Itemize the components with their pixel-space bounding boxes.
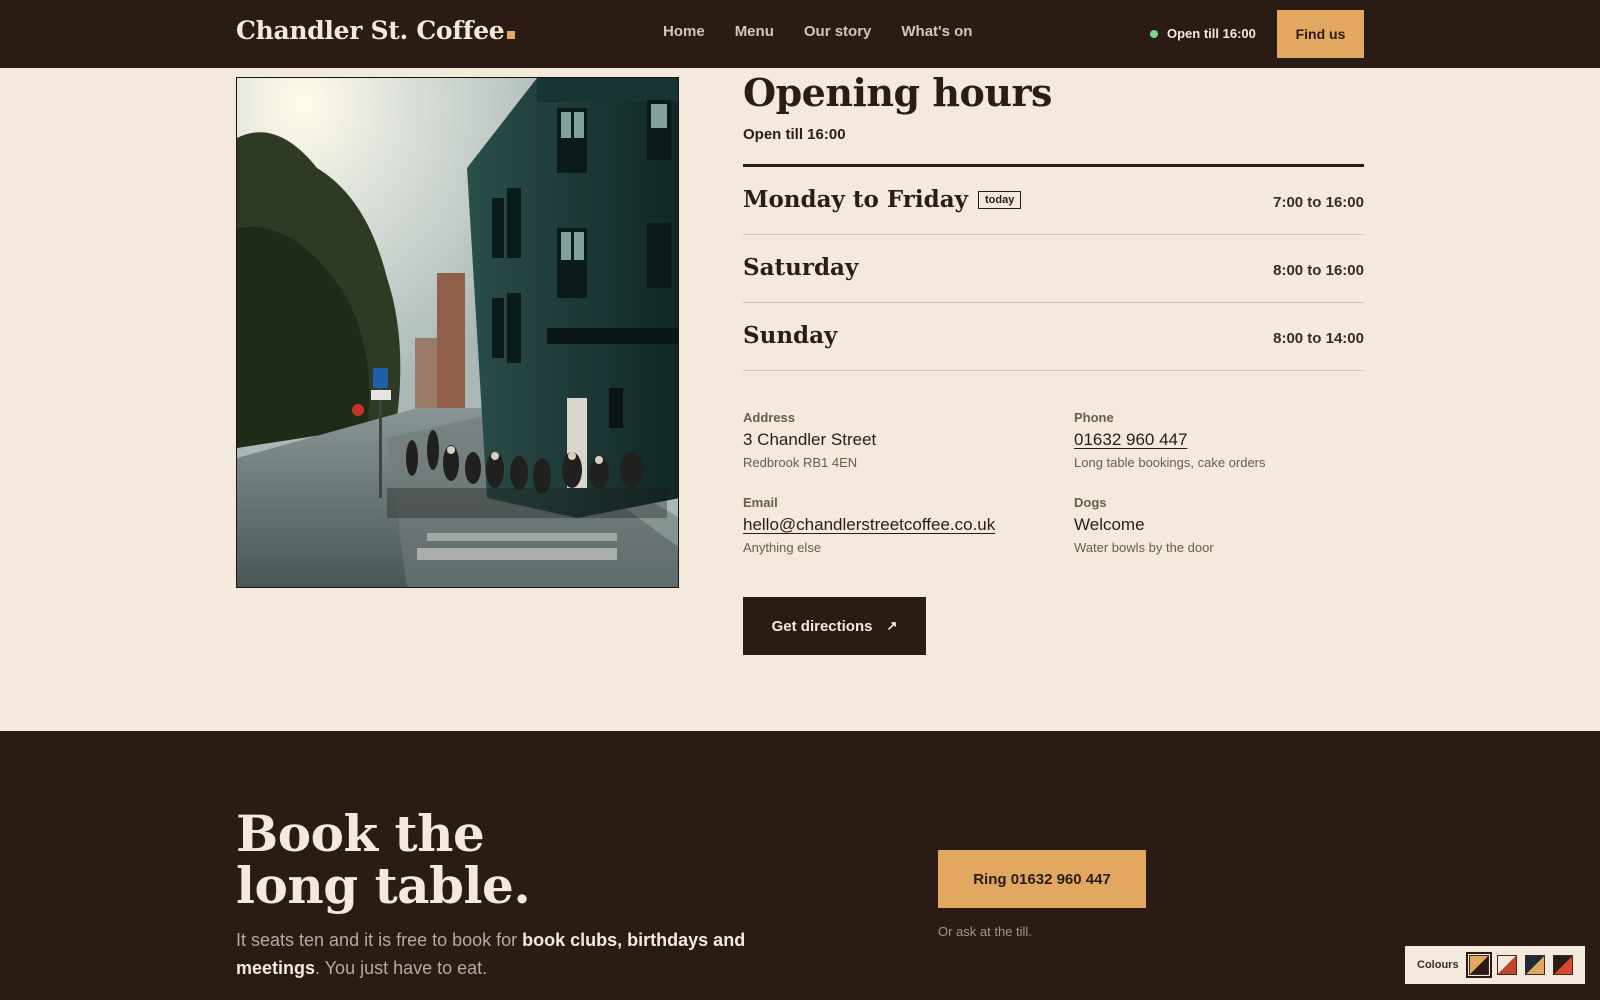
colour-swatch-4[interactable] [1552,955,1573,975]
email-label: Email [743,495,778,510]
hours-day: Saturday [743,254,859,281]
email-link[interactable]: hello@chandlerstreetcoffee.co.uk [743,515,1043,535]
dogs-value: Welcome [1074,515,1145,534]
phone-link[interactable]: 01632 960 447 [1074,430,1374,450]
nav-menu[interactable]: Menu [735,23,774,40]
main-nav: Home Menu Our story What's on [663,23,972,40]
open-status: Open till 16:00 [1150,26,1256,41]
today-badge: today [977,191,1022,209]
nav-home[interactable]: Home [663,23,705,40]
hours-row: Sunday 8:00 to 14:00 [743,303,1364,371]
address-block: Address 3 Chandler Street Redbrook RB1 4… [743,410,1043,470]
nav-our-story[interactable]: Our story [804,23,872,40]
logo[interactable]: Chandler St. Coffee [236,16,516,45]
phone-label: Phone [1074,410,1114,425]
dogs-label: Dogs [1074,495,1107,510]
hours-day: Sunday [743,322,838,349]
ring-note: Or ask at the till. [938,924,1032,939]
email-note: Anything else [743,540,822,555]
booking-text: It seats ten and it is free to book for … [236,930,746,978]
hours-row: Saturday 8:00 to 16:00 [743,235,1364,303]
address-value: 3 Chandler Street [743,430,877,449]
hours-title: Opening hours [743,70,1052,115]
phone-block: Phone 01632 960 447 Long table bookings,… [1074,410,1374,470]
get-directions-button[interactable]: Get directions ↗ [743,597,926,655]
hours-subtitle: Open till 16:00 [743,126,846,143]
hours-time: 8:00 to 14:00 [1273,330,1364,347]
arrow-up-right-icon: ↗ [886,618,898,633]
logo-dot-icon [507,31,516,39]
get-directions-label: Get directions [771,617,873,635]
find-us-button[interactable]: Find us [1277,10,1364,58]
dogs-block: Dogs Welcome Water bowls by the door [1074,495,1374,555]
address-note: Redbrook RB1 4EN [743,455,858,470]
colour-swatch-2[interactable] [1496,955,1517,975]
address-label: Address [743,410,796,425]
colours-label: Colours [1417,959,1459,971]
nav-whats-on[interactable]: What's on [901,23,972,40]
status-dot-icon [1150,29,1158,38]
email-block: Email hello@chandlerstreetcoffee.co.uk A… [743,495,1043,555]
site-header: Chandler St. Coffee Home Menu Our story … [0,0,1600,68]
dogs-note: Water bowls by the door [1074,540,1214,555]
colour-swatch-3[interactable] [1524,955,1545,975]
cafe-street-photo [236,77,679,588]
hours-time: 7:00 to 16:00 [1273,194,1364,211]
hours-row: Monday to Friday today 7:00 to 16:00 [743,167,1364,235]
hours-day: Monday to Friday today [743,186,1022,213]
open-status-text: Open till 16:00 [1167,26,1256,41]
colour-picker: Colours [1405,946,1585,984]
booking-title: Book the long table. [236,804,531,915]
phone-note: Long table bookings, cake orders [1074,455,1266,470]
colour-swatch-1[interactable] [1465,952,1492,978]
ring-button[interactable]: Ring 01632 960 447 [938,850,1146,908]
hours-time: 8:00 to 16:00 [1273,262,1364,279]
